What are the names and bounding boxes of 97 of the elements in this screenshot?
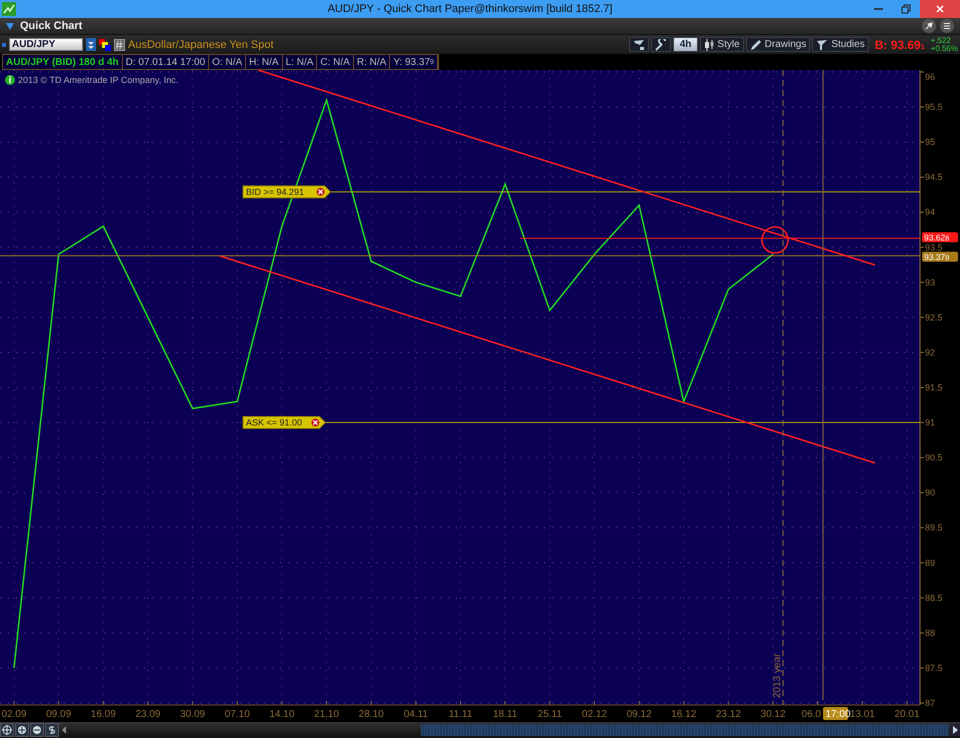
axis-label: 96	[925, 72, 936, 82]
axis-label: 20.01	[894, 709, 920, 720]
axis-label: 95.5	[925, 102, 943, 112]
axis-label: 87.5	[925, 662, 943, 673]
panel-title: Quick Chart	[20, 20, 82, 32]
axis-label: 88.5	[925, 592, 943, 603]
axis-label: 95	[925, 137, 936, 148]
close-icon	[935, 4, 945, 14]
axis-label: 02.09	[1, 709, 27, 720]
ref-line-label: BID >= 94.291	[246, 186, 304, 197]
axis-label: 30.12	[760, 709, 786, 720]
hash-button[interactable]	[114, 38, 125, 50]
zoom-out-button[interactable]	[30, 723, 44, 737]
axis-label: 89.5	[925, 522, 943, 533]
axis-label: 93.5	[925, 242, 943, 252]
axis-label: 25.11	[538, 709, 562, 720]
close-button[interactable]	[920, 0, 960, 18]
axis-label: 94.5	[925, 172, 943, 182]
axis-label: 88	[925, 628, 936, 638]
axis-label: 09.12	[626, 709, 652, 720]
axis-label: 89	[925, 558, 936, 568]
pencil-icon	[750, 38, 762, 50]
pin-button[interactable]	[922, 19, 936, 33]
axis-label: 11.11	[448, 709, 472, 720]
symbol-description: AusDollar/Japanese Yen Spot	[128, 38, 274, 50]
color-squares-icon[interactable]	[99, 38, 111, 50]
close-icon[interactable]	[316, 188, 325, 196]
dollar-icon	[47, 725, 57, 735]
symbol-field[interactable]: AUD/JPY	[9, 38, 83, 51]
dropdown-button[interactable]	[86, 38, 96, 51]
percent-change: +0.56%	[930, 44, 958, 52]
collapse-caret-icon[interactable]	[6, 22, 14, 30]
ohlc-value: D: 07.01.14 17:00	[122, 55, 210, 69]
axis-label: 91.5	[925, 382, 943, 392]
axis-label: 16.09	[90, 709, 116, 720]
hash-icon	[116, 40, 123, 48]
axis-label: 18.11	[493, 709, 518, 720]
menu-button[interactable]	[940, 19, 954, 33]
studies-button[interactable]: Studies	[812, 37, 869, 52]
zoom-in-button[interactable]	[15, 723, 29, 737]
minimize-icon	[874, 8, 882, 10]
pin-icon	[925, 22, 933, 30]
axis-label: 94	[925, 207, 936, 218]
axis-label: 07.10	[224, 709, 250, 720]
alert-label[interactable]: BID >= 94.291	[242, 185, 332, 198]
scroll-right-icon[interactable]	[950, 724, 960, 736]
menu-icon	[943, 22, 951, 30]
axis-label: 92.5	[925, 312, 943, 322]
axis-label: 09.09	[46, 709, 72, 720]
axis-label: 87	[925, 698, 936, 708]
candlestick-icon	[704, 38, 714, 50]
app-logo-icon	[2, 2, 16, 16]
ref-line-label: ASK <= 91.00	[246, 418, 302, 428]
chart-symbol-label: AUD/JPY (BID) 180 d 4h	[3, 55, 123, 69]
restore-icon	[901, 4, 911, 14]
zoom-in-icon	[17, 725, 27, 735]
info-icon[interactable]	[5, 75, 15, 85]
axis-label: 30.09	[180, 709, 206, 720]
wrench-button[interactable]	[650, 37, 671, 52]
net-change: +.522	[930, 36, 952, 44]
axis-label: 92	[925, 347, 936, 358]
double-caret-icon	[88, 40, 94, 48]
axis-label: 23.12	[716, 709, 741, 720]
axis-label: 02.12	[582, 709, 607, 720]
ohlc-value: L: N/A	[282, 55, 318, 69]
timeframe-button[interactable]: 4h	[672, 37, 698, 52]
highlight-circle	[761, 226, 789, 254]
wrench-icon	[654, 38, 667, 50]
drawings-button[interactable]: Drawings	[746, 37, 810, 52]
axis-label: 90	[925, 488, 936, 498]
copyright-text: 2013 © TD Ameritrade IP Company, Inc.	[18, 75, 178, 85]
window-title: AUD/JPY - Quick Chart Paper@thinkorswim [build 1852.7]	[326, 3, 614, 15]
crosshair-icon	[2, 725, 12, 735]
axis-label: 06.0	[802, 709, 821, 720]
year-label: 2013 year	[772, 654, 783, 698]
axis-label: 16.12	[671, 709, 696, 720]
axis-label: 13.01	[850, 709, 875, 720]
crosshair-button[interactable]	[0, 723, 14, 737]
axis-label: 93	[925, 277, 936, 288]
chart-settings-button[interactable]	[628, 37, 649, 52]
axis-label: 90.5	[925, 452, 943, 463]
style-button[interactable]: Style	[700, 37, 744, 52]
zoom-out-icon	[32, 725, 42, 735]
ohlc-value: C: N/A	[317, 55, 354, 69]
axis-label: 21.10	[314, 709, 340, 720]
axis-label: 91	[925, 418, 936, 428]
dollar-button[interactable]	[45, 723, 59, 737]
axis-label: 14.10	[269, 709, 294, 720]
close-icon[interactable]	[311, 418, 320, 427]
scrollbar-thumb[interactable]	[421, 724, 949, 736]
axis-label: 28.10	[358, 709, 384, 720]
ohlc-value: H: N/A	[246, 55, 283, 69]
ohlc-value: O: N/A	[209, 55, 246, 69]
axis-label: 23.09	[135, 709, 160, 720]
alert-label[interactable]: ASK <= 91.00	[242, 416, 326, 430]
axis-label: 04.11	[404, 709, 428, 720]
ohlc-value: R: N/A	[354, 55, 390, 69]
